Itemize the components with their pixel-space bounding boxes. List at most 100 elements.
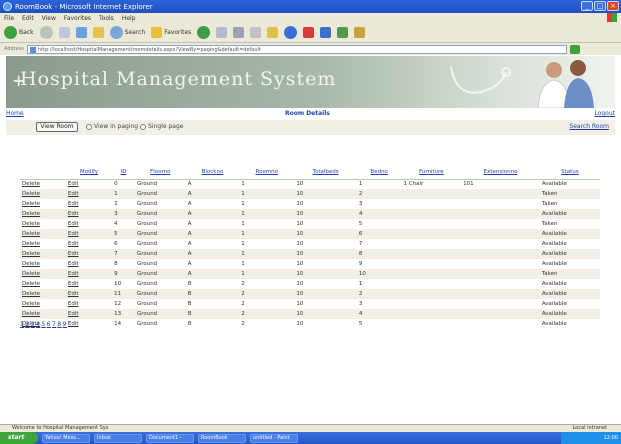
home-link[interactable]: Home — [6, 110, 24, 117]
page-link[interactable]: 6 — [47, 321, 51, 328]
extension-no-cell: 101 — [463, 181, 474, 188]
edit-link-cell[interactable]: Edit — [66, 199, 112, 209]
delete-link-cell[interactable]: Delete — [20, 309, 66, 319]
tool-green-icon[interactable] — [337, 27, 349, 38]
tool-red-icon[interactable] — [303, 27, 315, 38]
edit-link-cell[interactable]: Edit — [65, 289, 113, 299]
col-header-action — [20, 166, 66, 180]
stop-icon[interactable] — [58, 27, 70, 38]
favorites-button[interactable]: Favorites — [151, 27, 191, 38]
col-header-blockno[interactable]: Blockno — [185, 166, 240, 180]
edit-link-cell[interactable]: Edit — [65, 269, 113, 279]
menu-favorites[interactable]: Favorites — [64, 15, 91, 22]
forward-arrow-icon[interactable] — [39, 26, 53, 39]
delete-link-cell[interactable]: Delete — [20, 209, 66, 219]
col-header-status[interactable]: Status — [539, 166, 600, 180]
page-link[interactable]: 2 — [25, 321, 29, 328]
page-link[interactable]: 3 — [31, 321, 35, 328]
messenger-icon[interactable] — [284, 26, 298, 39]
logout-link[interactable]: Logout — [594, 110, 615, 117]
refresh-icon[interactable] — [75, 27, 87, 38]
tool-blue-icon[interactable] — [320, 27, 332, 38]
page-link[interactable]: 7 — [52, 321, 56, 328]
menu-view[interactable]: View — [42, 15, 56, 22]
delete-link-cell[interactable]: Delete — [20, 219, 66, 229]
taskbar-item[interactable]: untitled - Paint — [250, 433, 298, 443]
taskbar-item[interactable]: RoomBook — [198, 433, 246, 443]
taskbar-item[interactable]: Inbox — [94, 433, 142, 443]
edit-link-cell[interactable]: Edit — [66, 179, 112, 189]
go-button[interactable] — [569, 44, 580, 54]
search-room-link[interactable]: Search Room — [569, 123, 609, 130]
total-beds-cell: 10 — [296, 321, 304, 327]
edit-link-cell[interactable]: Edit — [65, 309, 113, 319]
delete-link-cell[interactable]: Delete — [20, 239, 66, 249]
menu-edit[interactable]: Edit — [22, 15, 34, 22]
col-header-furniture[interactable]: Furniture — [401, 166, 462, 180]
mail-icon[interactable] — [216, 27, 228, 38]
edit-link-cell[interactable]: Edit — [66, 299, 112, 309]
stethoscope-icon — [450, 66, 511, 94]
tool-gold-icon[interactable] — [354, 27, 366, 38]
menu-tools[interactable]: Tools — [99, 15, 114, 22]
menu-file[interactable]: File — [4, 15, 14, 22]
close-button[interactable]: × — [607, 1, 619, 11]
history-icon[interactable] — [197, 26, 211, 39]
delete-link-cell[interactable]: Delete — [20, 259, 66, 269]
page-link[interactable]: 4 — [36, 321, 40, 328]
extension-no-cell — [461, 199, 540, 209]
maximize-button[interactable]: □ — [594, 1, 606, 11]
page-content: + Hospital Management System Home Room D… — [0, 56, 621, 424]
status-cell: Available — [541, 301, 567, 307]
page-link[interactable]: 5 — [41, 321, 45, 328]
edit-link-cell[interactable]: Edit — [65, 209, 113, 219]
room-no-cell: 1 — [239, 249, 295, 259]
print-icon[interactable] — [233, 27, 245, 38]
start-button[interactable]: start — [0, 432, 38, 444]
delete-link-cell[interactable]: Delete — [20, 279, 66, 289]
edit-link-cell[interactable]: Edit — [66, 319, 112, 329]
col-header-roomno[interactable]: Roomno — [239, 166, 295, 180]
delete-link-cell[interactable]: Delete — [20, 289, 66, 299]
page-link[interactable]: 9 — [63, 321, 67, 328]
col-header-extensionno[interactable]: Extensionno — [461, 166, 540, 180]
menu-help[interactable]: Help — [122, 15, 136, 22]
home-icon[interactable] — [92, 27, 104, 38]
view-room-button[interactable]: View Room — [36, 122, 78, 132]
single-page-radio[interactable] — [140, 123, 147, 130]
page-link[interactable]: 1 — [20, 321, 24, 328]
edit-link-cell[interactable]: Edit — [66, 219, 112, 229]
folder-icon[interactable] — [267, 27, 279, 38]
delete-link-cell[interactable]: Delete — [20, 189, 66, 199]
edit-link-cell[interactable]: Edit — [66, 259, 112, 269]
delete-link-cell[interactable]: Delete — [20, 179, 66, 189]
address-input[interactable]: http://localhost/HospitalManagement/room… — [26, 44, 567, 54]
col-header-id[interactable]: ID — [112, 166, 135, 180]
room-no-cell: 1 — [241, 241, 245, 247]
delete-link-cell[interactable]: Delete — [20, 299, 66, 309]
edit-icon[interactable] — [250, 27, 262, 38]
col-header-totalbeds[interactable]: Totalbeds — [294, 166, 357, 180]
window-title: RoomBook - Microsoft Internet Explorer — [15, 2, 153, 11]
delete-link-cell[interactable]: Delete — [20, 249, 66, 259]
search-button[interactable]: Search — [109, 26, 145, 39]
room-no-cell: 1 — [241, 181, 245, 188]
edit-link-cell[interactable]: Edit — [65, 249, 113, 259]
col-header-bedno[interactable]: Bedno — [356, 166, 402, 180]
paging-radio[interactable] — [86, 123, 92, 130]
edit-link-cell[interactable]: Edit — [65, 189, 113, 199]
col-header-modify[interactable]: Modify — [65, 166, 113, 180]
edit-link-cell[interactable]: Edit — [66, 239, 112, 249]
delete-link-cell[interactable]: Delete — [20, 199, 66, 209]
col-header-floorno[interactable]: Floorno — [134, 166, 186, 180]
minimize-button[interactable]: _ — [581, 1, 593, 11]
delete-link-cell[interactable]: Delete — [20, 269, 66, 279]
taskbar-item[interactable]: Yahoo! Mess... — [42, 433, 90, 443]
status-cell: Taken — [539, 189, 600, 199]
delete-link-cell[interactable]: Delete — [20, 229, 66, 239]
back-button[interactable]: Back — [4, 26, 34, 39]
edit-link-cell[interactable]: Edit — [65, 229, 113, 239]
page-link[interactable]: 8 — [57, 321, 61, 328]
edit-link-cell[interactable]: Edit — [66, 279, 112, 289]
taskbar-item[interactable]: Document1 - — [146, 433, 194, 443]
